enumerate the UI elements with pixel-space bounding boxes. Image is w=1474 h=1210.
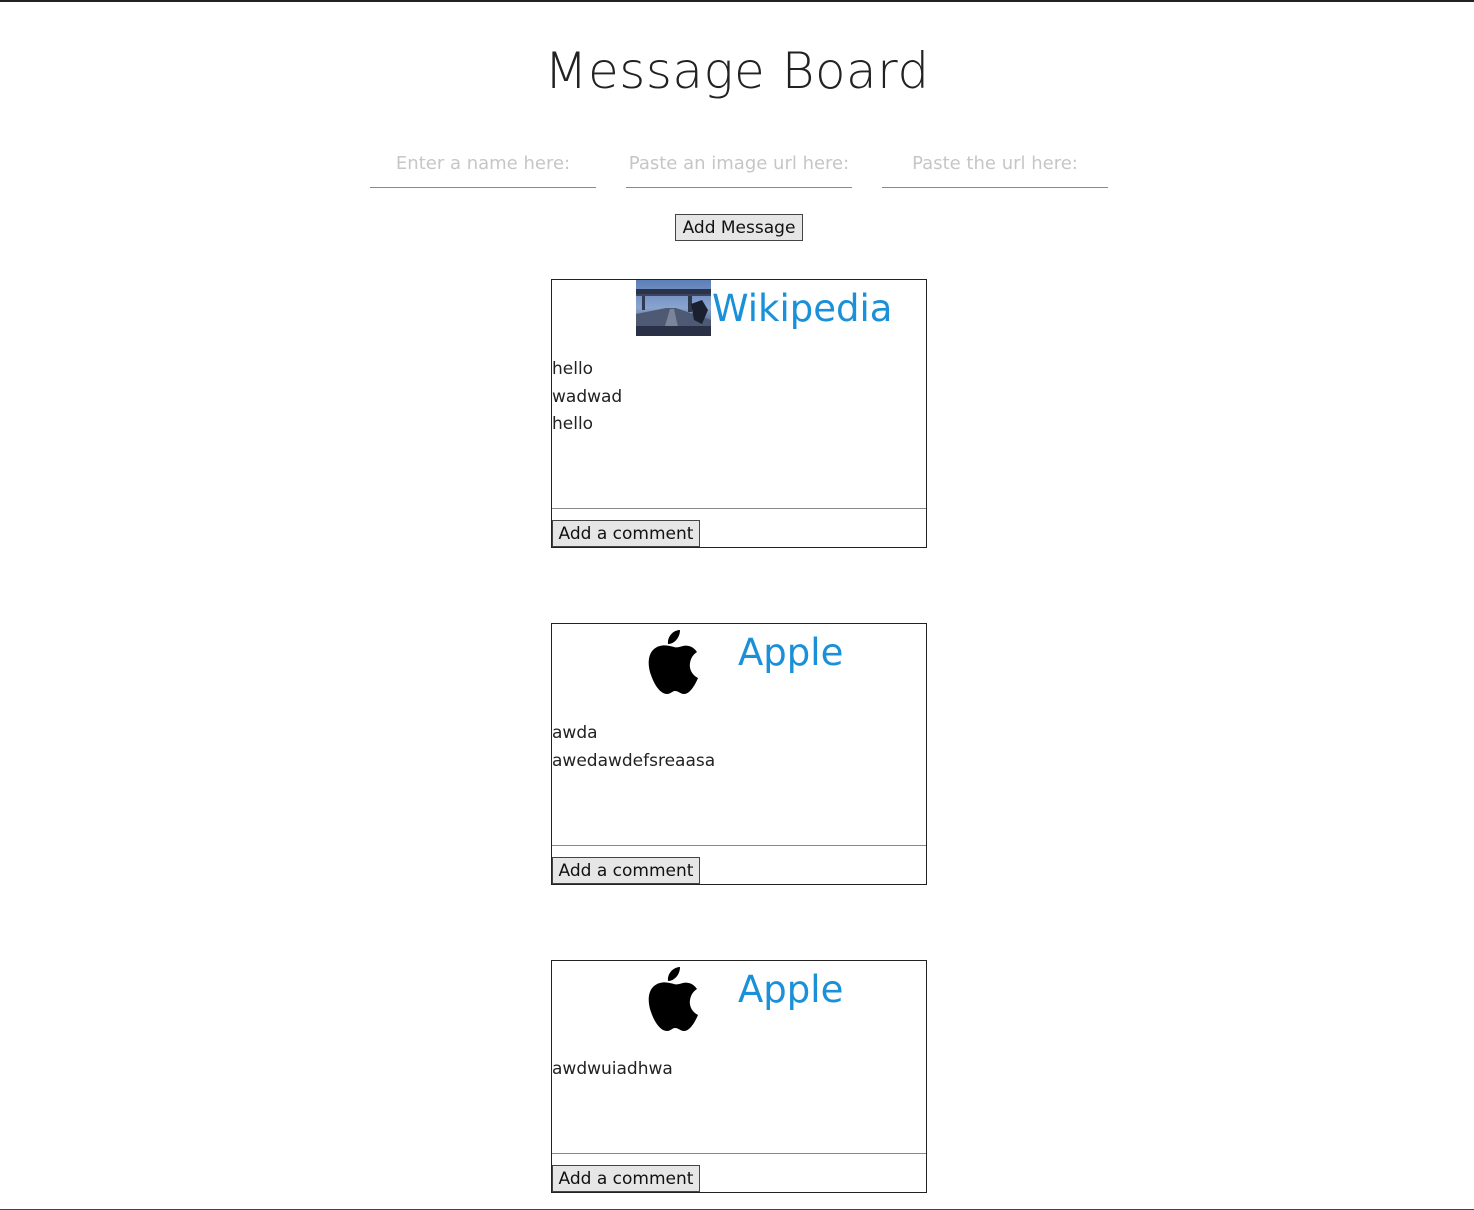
- card-title-link[interactable]: Wikipedia: [712, 284, 892, 334]
- card-title-link[interactable]: Apple: [738, 628, 843, 678]
- comment-text: hello: [552, 359, 594, 379]
- apple-logo-icon: [636, 624, 711, 699]
- add-message-button[interactable]: Add Message: [675, 214, 803, 241]
- comment-text: wadwad: [552, 386, 623, 407]
- comment-text: hello: [552, 414, 594, 434]
- comments-list: awda awedawdefsreaasa: [552, 720, 926, 775]
- add-comment-button[interactable]: Add a comment: [552, 857, 700, 884]
- comment-text: awedawdefsreaasa: [552, 750, 716, 771]
- comment-text: awdwuiadhwa: [552, 1059, 673, 1079]
- message-card: Wikipedia hello wadwad hello Add a comme…: [551, 279, 927, 548]
- apple-logo-icon: [636, 961, 711, 1036]
- card-footer: Add a comment: [552, 508, 926, 547]
- message-card: Apple awdwuiadhwa Add a comment: [551, 960, 927, 1193]
- add-comment-button[interactable]: Add a comment: [552, 520, 700, 547]
- comments-list: hello wadwad hello: [552, 356, 926, 439]
- card-header: Wikipedia: [552, 280, 926, 338]
- card-header: Apple: [552, 624, 926, 699]
- card-footer: Add a comment: [552, 1153, 926, 1192]
- comments-list: awdwuiadhwa: [552, 1056, 926, 1084]
- image-url-input[interactable]: [626, 140, 852, 188]
- card-header: Apple: [552, 961, 926, 1036]
- photo-thumbnail-icon: [636, 280, 711, 336]
- name-input[interactable]: [370, 140, 596, 188]
- url-input[interactable]: [882, 140, 1108, 188]
- card-title-link[interactable]: Apple: [738, 965, 843, 1015]
- add-comment-button[interactable]: Add a comment: [552, 1165, 700, 1192]
- page-title: Message Board: [544, 42, 930, 100]
- card-footer: Add a comment: [552, 845, 926, 884]
- comment-text: awda: [552, 723, 598, 743]
- message-card: Apple awda awedawdefsreaasa Add a commen…: [551, 623, 927, 885]
